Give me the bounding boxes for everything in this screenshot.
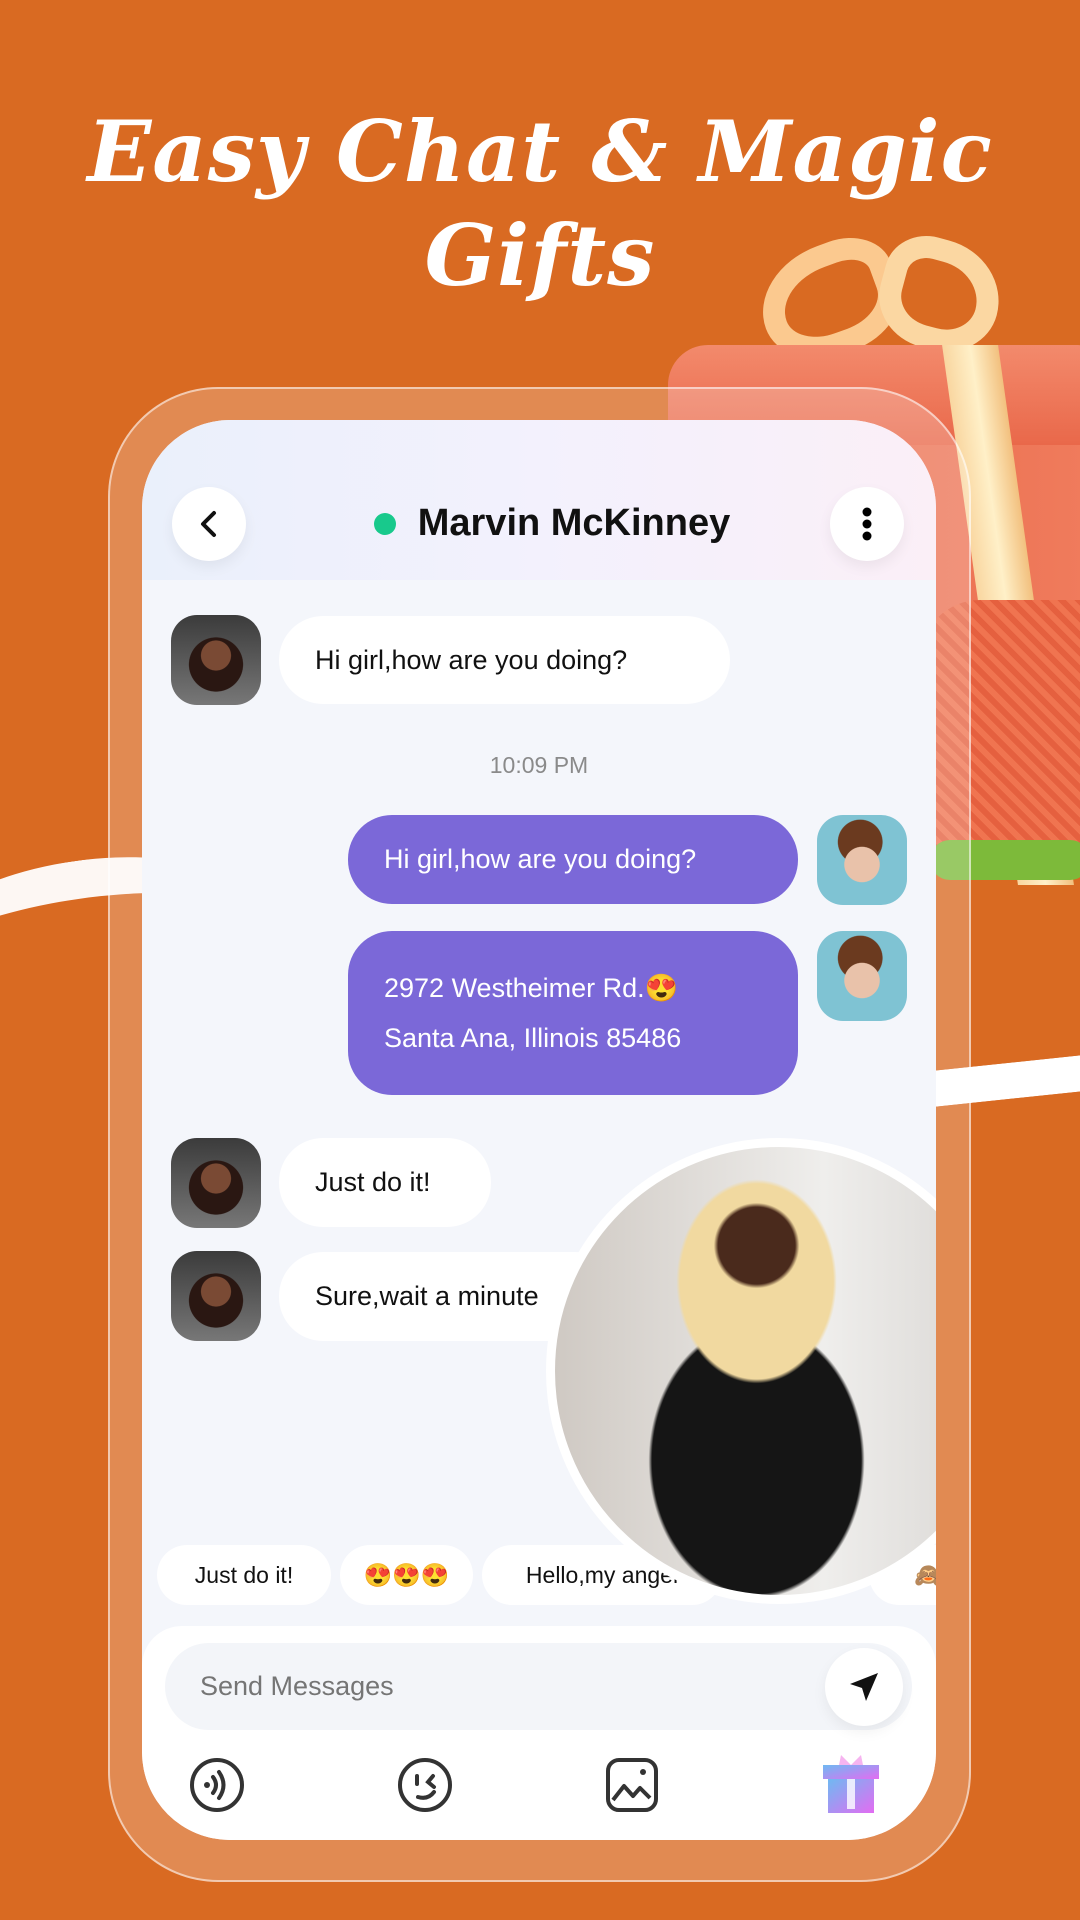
- address-line-1: 2972 Westheimer Rd.😍: [384, 973, 679, 1003]
- send-icon: [850, 1673, 878, 1701]
- timestamp: 10:09 PM: [489, 752, 589, 778]
- chevron-left-icon: [201, 511, 216, 537]
- message-sent: Hi girl,how are you doing?: [348, 815, 798, 904]
- avatar[interactable]: [817, 931, 907, 1021]
- avatar[interactable]: [171, 1251, 261, 1341]
- address-line-2: Santa Ana, Illinois 85486: [384, 1023, 682, 1053]
- quick-reply-chip[interactable]: 😍😍😍: [340, 1545, 473, 1605]
- composer-panel: [142, 1626, 936, 1840]
- avatar[interactable]: [171, 1138, 261, 1228]
- image-icon[interactable]: [603, 1756, 661, 1814]
- contact-name-text: Marvin McKinney: [417, 502, 731, 544]
- send-button[interactable]: [825, 1648, 903, 1726]
- back-button[interactable]: [172, 487, 246, 561]
- more-options-button[interactable]: [830, 487, 904, 561]
- message-sent: 2972 Westheimer Rd.😍 Santa Ana, Illinois…: [348, 931, 798, 1095]
- more-vertical-icon: [862, 507, 872, 541]
- headline-line-1: Easy Chat & Magic: [87, 102, 993, 201]
- message-received: Just do it!: [279, 1138, 491, 1227]
- online-status-dot: [373, 512, 396, 535]
- chat-screen: Marvin McKinney Hi girl,how are you doin…: [142, 420, 936, 1840]
- quick-reply-chip[interactable]: Just do it!: [157, 1545, 331, 1605]
- voice-icon[interactable]: [188, 1756, 246, 1814]
- avatar[interactable]: [817, 815, 907, 905]
- message-input[interactable]: [165, 1643, 912, 1730]
- emoji-wink-icon[interactable]: [396, 1756, 454, 1814]
- chat-header: [142, 420, 936, 580]
- message-received: Hi girl,how are you doing?: [279, 616, 730, 704]
- gift-icon[interactable]: [819, 1751, 883, 1815]
- profile-photo[interactable]: [546, 1138, 936, 1604]
- contact-name: Marvin McKinney: [362, 502, 742, 545]
- avatar[interactable]: [171, 615, 261, 705]
